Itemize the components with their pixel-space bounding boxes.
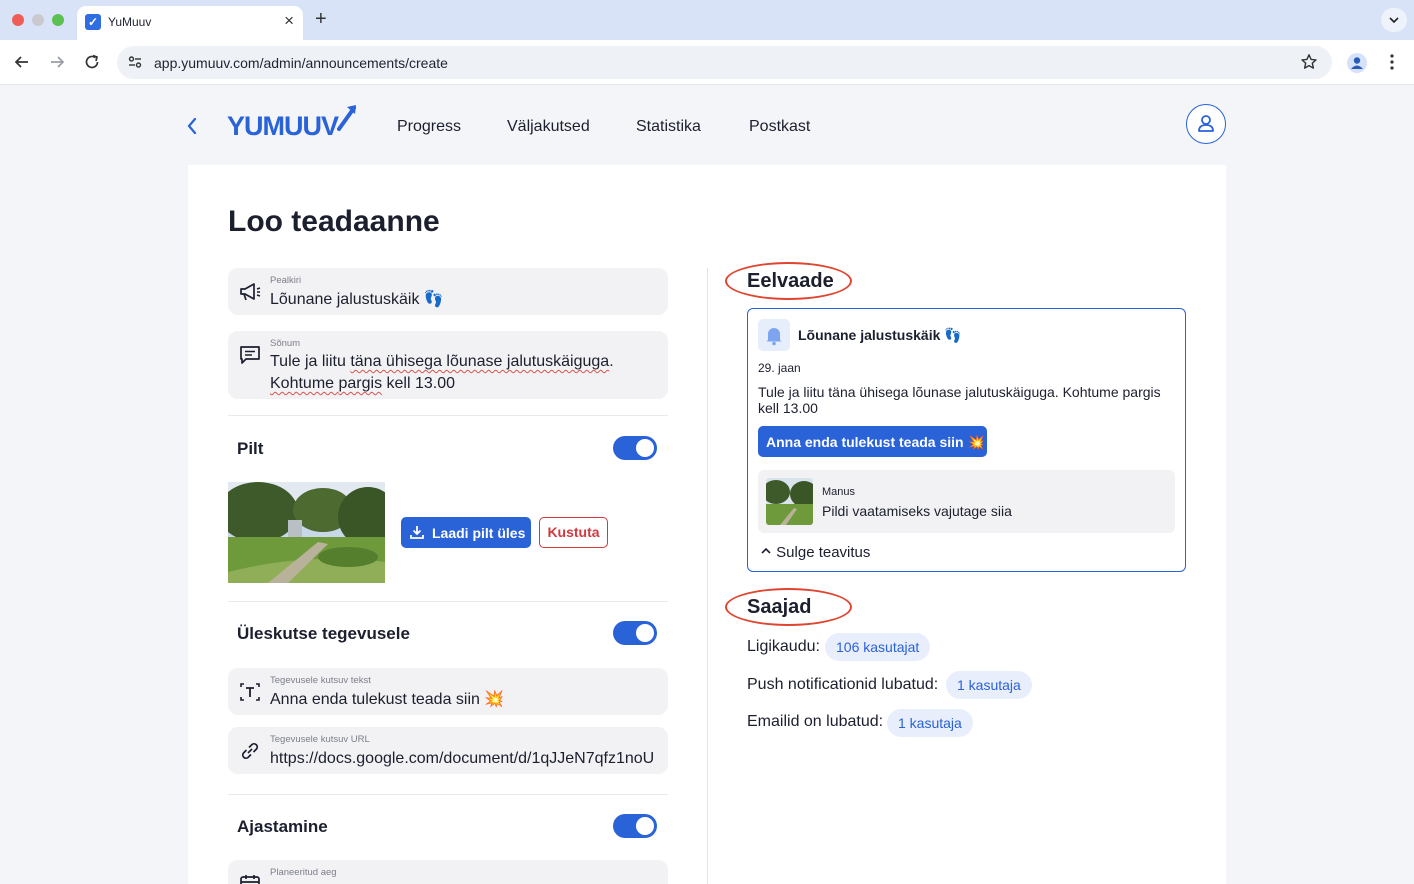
- spellcheck-underline: täna ühisega lõunase jalutuskäiguga: [350, 353, 610, 370]
- schedule-time-field[interactable]: Planeeritud aeg: [228, 860, 668, 884]
- user-icon: [1197, 114, 1214, 132]
- preview-attachment[interactable]: Manus Pildi vaatamiseks vajutage siia: [758, 470, 1175, 533]
- preview-heading: Eelvaade: [747, 270, 834, 292]
- calendar-icon: [240, 875, 260, 884]
- title-field-value[interactable]: Lõunane jalustuskäik 👣: [270, 289, 444, 310]
- new-tab-button[interactable]: +: [315, 7, 327, 31]
- upload-icon: [410, 526, 424, 539]
- cta-toggle[interactable]: [613, 621, 657, 645]
- delete-image-button[interactable]: Kustuta: [539, 517, 608, 548]
- bell-icon: [766, 328, 782, 346]
- bookmark-star-icon[interactable]: [1300, 53, 1318, 71]
- upload-image-label: Laadi pilt üles: [432, 525, 526, 541]
- window-minimize-button[interactable]: [32, 14, 44, 26]
- nav-challenges[interactable]: Väljakutsed: [507, 118, 590, 136]
- chevron-up-icon: [761, 547, 771, 554]
- back-chevron-icon[interactable]: [184, 116, 200, 136]
- close-notification-toggle[interactable]: Sulge teavitus: [760, 544, 870, 561]
- preview-message: Tule ja liitu täna ühisega lõunase jalut…: [758, 384, 1161, 416]
- section-divider: [228, 794, 668, 795]
- url-text[interactable]: app.yumuuv.com/admin/announcements/creat…: [154, 55, 448, 71]
- cta-url-label: Tegevusele kutsuv URL: [270, 734, 370, 745]
- chevron-down-icon: [1389, 17, 1399, 24]
- attachment-label: Manus: [822, 486, 856, 498]
- reload-icon[interactable]: [82, 52, 102, 72]
- tab-search-button[interactable]: [1381, 8, 1407, 32]
- site-settings-icon[interactable]: [127, 54, 143, 70]
- title-field-label: Pealkiri: [270, 275, 302, 286]
- browser-tab[interactable]: ✓ YuMuuv ×: [77, 6, 303, 40]
- schedule-toggle[interactable]: [613, 814, 657, 838]
- push-enabled-badge[interactable]: 1 kasutaja: [946, 671, 1032, 699]
- window-zoom-button[interactable]: [52, 14, 64, 26]
- tab-title: YuMuuv: [108, 15, 152, 29]
- notification-preview: Lõunane jalustuskäik 👣 29. jaan Tule ja …: [747, 308, 1186, 572]
- preview-title: Lõunane jalustuskäik 👣: [798, 327, 962, 343]
- cta-text-field[interactable]: Tegevusele kutsuv tekst Anna enda tuleku…: [228, 668, 668, 715]
- message-field[interactable]: Sõnum Tule ja liitu täna ühisega lõunase…: [228, 331, 668, 399]
- cta-section-title: Üleskutse tegevusele: [237, 624, 410, 643]
- bell-badge: [758, 319, 790, 351]
- browser-tab-bar: ✓ YuMuuv × +: [0, 0, 1414, 40]
- profile-icon: [1351, 57, 1363, 69]
- favicon-icon: ✓: [85, 14, 101, 30]
- cta-url-field[interactable]: Tegevusele kutsuv URL https://docs.googl…: [228, 727, 668, 774]
- email-enabled-label: Emailid on lubatud:: [747, 713, 884, 730]
- preview-cta-button[interactable]: Anna enda tulekust teada siin 💥: [758, 426, 987, 457]
- link-icon: [241, 742, 259, 760]
- attachment-link[interactable]: Pildi vaatamiseks vajutage siia: [822, 503, 1012, 519]
- section-divider: [228, 601, 668, 602]
- recipients-approx-label: Ligikaudu:: [747, 638, 820, 655]
- forward-icon[interactable]: [47, 52, 67, 72]
- push-enabled-label: Push notificationid lubatud:: [747, 676, 939, 693]
- nav-statistics[interactable]: Statistika: [636, 118, 701, 136]
- window-close-button[interactable]: [12, 14, 24, 26]
- browser-profile-button[interactable]: [1347, 53, 1367, 73]
- nav-inbox[interactable]: Postkast: [749, 118, 810, 136]
- message-icon: [240, 346, 260, 364]
- email-enabled-badge[interactable]: 1 kasutaja: [887, 709, 973, 737]
- image-section-title: Pilt: [237, 439, 264, 458]
- message-line-2[interactable]: Kohtume pargis kell 13.00: [270, 373, 455, 394]
- text-icon: [240, 683, 260, 701]
- title-field[interactable]: Pealkiri Lõunane jalustuskäik 👣: [228, 268, 668, 315]
- megaphone-icon: [240, 283, 261, 301]
- page-title: Loo teadaanne: [228, 205, 440, 238]
- attachment-thumbnail: [766, 478, 813, 525]
- omnibox[interactable]: app.yumuuv.com/admin/announcements/creat…: [117, 46, 1332, 79]
- park-image-thumbnail: [228, 482, 385, 583]
- yumuuv-logo[interactable]: YUMUUV: [227, 103, 359, 141]
- account-button[interactable]: [1186, 104, 1226, 144]
- address-bar-row: app.yumuuv.com/admin/announcements/creat…: [0, 40, 1414, 85]
- preview-date: 29. jaan: [758, 361, 801, 375]
- tab-close-icon[interactable]: ×: [284, 11, 294, 31]
- schedule-section-title: Ajastamine: [237, 817, 328, 836]
- cta-text-value[interactable]: Anna enda tulekust teada siin 💥: [270, 689, 504, 710]
- recipients-approx-badge[interactable]: 106 kasutajat: [825, 633, 931, 661]
- schedule-time-label: Planeeritud aeg: [270, 867, 337, 878]
- nav-progress[interactable]: Progress: [397, 118, 461, 136]
- upload-image-button[interactable]: Laadi pilt üles: [401, 517, 531, 548]
- image-toggle[interactable]: [613, 436, 657, 460]
- close-notification-label: Sulge teavitus: [776, 544, 871, 561]
- message-line-1[interactable]: Tule ja liitu täna ühisega lõunase jalut…: [270, 351, 614, 372]
- back-icon[interactable]: [12, 52, 32, 72]
- cta-text-label: Tegevusele kutsuv tekst: [270, 675, 371, 686]
- cta-url-value[interactable]: https://docs.google.com/document/d/1qJJe…: [270, 748, 662, 769]
- section-divider: [228, 415, 668, 416]
- column-divider: [707, 268, 708, 884]
- logo-text: YUMUUV: [227, 111, 339, 141]
- recipients-heading: Saajad: [747, 596, 812, 618]
- message-field-label: Sõnum: [270, 338, 301, 349]
- menu-icon[interactable]: [1385, 52, 1399, 72]
